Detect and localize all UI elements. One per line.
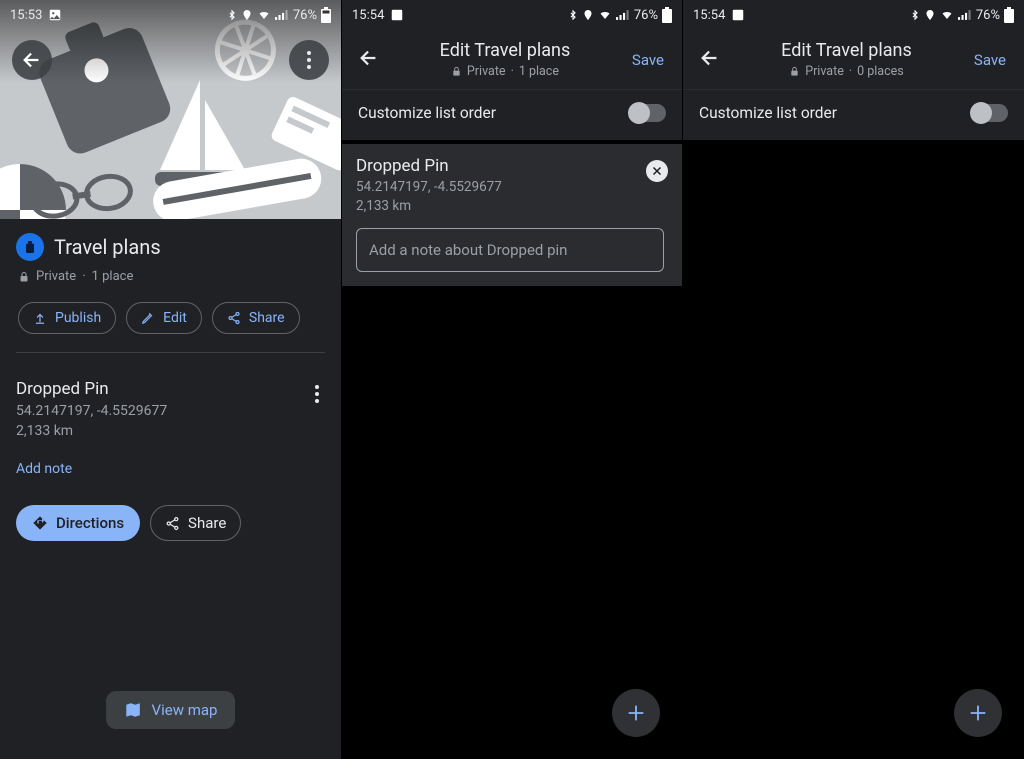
bluetooth-icon [227,8,237,22]
plus-icon [967,702,989,724]
place-count: 1 place [519,64,559,79]
edit-label: Edit [163,310,187,326]
place-item: Dropped Pin 54.2147197, -4.5529677 2,133… [0,363,341,549]
wifi-icon [598,9,612,21]
appbar-title: Edit Travel plans [392,40,618,61]
save-button[interactable]: Save [628,45,668,75]
customize-toggle[interactable] [630,104,666,122]
edit-place-item: Dropped Pin 54.2147197, -4.5529677 2,133… [342,144,682,286]
location-icon [582,8,594,22]
hero-image: 15:53 76% [0,0,341,219]
bluetooth-icon [910,8,920,22]
place-coords: 54.2147197, -4.5529677 [16,403,167,419]
lock-icon [18,271,30,283]
view-map-button[interactable]: View map [106,691,236,729]
item-distance: 2,133 km [356,198,668,214]
panel-edit-with-item: 15:54 76% Edit Travel plans [341,0,682,759]
appbar-title: Edit Travel plans [733,40,960,61]
suitcase-icon [16,233,44,261]
more-vert-icon [301,45,317,75]
status-time: 15:53 [10,8,42,23]
pencil-icon [141,311,155,325]
battery-icon [321,7,331,23]
lock-icon [451,66,462,77]
note-input[interactable]: Add a note about Dropped pin [356,228,664,272]
upload-icon [33,311,47,325]
back-button[interactable] [12,40,52,80]
signal-icon [958,9,972,21]
battery-icon [1004,7,1014,23]
bluetooth-icon [568,8,578,22]
close-icon [651,165,663,177]
status-bar: 15:54 76% [342,0,682,30]
save-button[interactable]: Save [970,45,1010,75]
status-battery: 76% [634,8,658,23]
picture-icon [48,8,62,22]
directions-label: Directions [56,514,124,532]
place-count: 1 place [92,269,134,284]
arrow-left-icon [21,49,43,71]
share-label: Share [249,310,285,326]
picture-icon [731,8,745,22]
status-bar: 15:54 76% [683,0,1024,30]
place-title: Dropped Pin [16,379,167,399]
wifi-icon [257,9,271,21]
place-distance: 2,133 km [16,423,167,439]
view-map-label: View map [152,701,218,719]
share-list-button[interactable]: Share [212,302,300,334]
panel-list-view: 15:53 76% [0,0,341,759]
overflow-menu-button[interactable] [289,40,329,80]
remove-item-button[interactable] [646,160,668,182]
share-icon [165,516,180,531]
directions-icon [32,515,48,531]
customize-toggle[interactable] [972,104,1008,122]
share-icon [227,311,241,325]
place-count: 0 places [857,64,904,79]
publish-label: Publish [55,310,101,326]
add-note-link[interactable]: Add note [16,461,325,477]
list-header: Travel plans Private · 1 place Publish E… [0,219,341,363]
panel-edit-empty: 15:54 76% Edit Travel plans [682,0,1024,759]
battery-icon [662,7,672,23]
privacy-label: Private [36,269,76,284]
directions-button[interactable]: Directions [16,505,140,541]
add-place-fab[interactable] [612,689,660,737]
list-title: Travel plans [54,235,161,259]
customize-label: Customize list order [699,104,837,122]
back-button[interactable] [697,43,723,77]
arrow-left-icon [358,47,380,69]
lock-icon [789,66,800,77]
picture-icon [390,8,404,22]
status-bar: 15:53 76% [0,0,341,30]
item-coords: 54.2147197, -4.5529677 [356,179,668,195]
status-time: 15:54 [352,8,384,23]
publish-button[interactable]: Publish [18,302,116,334]
customize-label: Customize list order [358,104,496,122]
item-title: Dropped Pin [356,156,668,176]
arrow-left-icon [699,47,721,69]
edit-button[interactable]: Edit [126,302,202,334]
location-icon [924,8,936,22]
share-place-button[interactable]: Share [150,505,241,541]
plus-icon [625,702,647,724]
status-battery: 76% [293,8,317,23]
share-place-label: Share [188,514,226,532]
place-overflow-button[interactable] [309,379,325,409]
status-battery: 76% [976,8,1000,23]
customize-list-order-row: Customize list order [342,89,682,140]
map-icon [124,701,142,719]
customize-list-order-row: Customize list order [683,89,1024,140]
add-place-fab[interactable] [954,689,1002,737]
back-button[interactable] [356,43,382,77]
status-time: 15:54 [693,8,725,23]
wifi-icon [940,9,954,21]
location-icon [241,8,253,22]
privacy-label: Private [467,64,506,79]
signal-icon [275,9,289,21]
privacy-label: Private [805,64,844,79]
signal-icon [616,9,630,21]
